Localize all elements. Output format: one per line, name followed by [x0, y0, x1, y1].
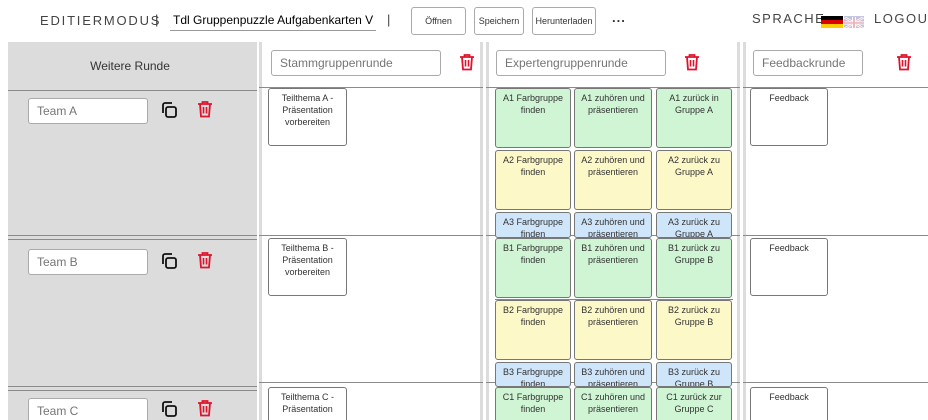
task-card[interactable]: A1 zuhören und präsentieren — [574, 88, 652, 148]
german-flag-icon[interactable] — [821, 16, 843, 28]
task-card[interactable]: A1 Farbgruppe finden — [495, 88, 571, 148]
divider — [259, 382, 483, 383]
mode-label: EDITIERMODUS — [40, 13, 162, 28]
team-a-input[interactable] — [28, 98, 148, 124]
english-flag-icon[interactable] — [844, 16, 864, 28]
delete-team-icon[interactable] — [197, 399, 213, 417]
task-card[interactable]: B1 zurück zu Gruppe B — [656, 238, 732, 298]
top-bar: EDITIERMODUS | | Öffnen Speichern Herunt… — [0, 0, 928, 40]
copy-icon[interactable] — [160, 101, 178, 119]
divider — [743, 235, 928, 236]
feedback-card[interactable]: Feedback — [750, 88, 828, 146]
task-card[interactable]: C1 zurück zur Gruppe C — [656, 387, 732, 420]
task-card[interactable]: B2 Farbgruppe finden — [495, 300, 571, 360]
logout-link[interactable]: LOGOUT — [874, 11, 928, 26]
delete-team-icon[interactable] — [197, 251, 213, 269]
experten-round-input[interactable] — [496, 50, 666, 76]
delete-round-icon[interactable] — [459, 53, 475, 71]
task-card[interactable]: A2 zurück zu Gruppe A — [656, 150, 732, 210]
delete-round-icon[interactable] — [684, 53, 700, 71]
experten-column: A1 Farbgruppe finden A1 zuhören und präs… — [486, 42, 740, 420]
divider — [8, 90, 257, 91]
separator: | — [155, 12, 159, 27]
task-card[interactable]: C1 zuhören und präsentieren — [574, 387, 652, 420]
document-title-input[interactable] — [170, 9, 376, 31]
stamm-column: Teilthema A - Präsentation vorbereiten T… — [259, 42, 483, 420]
feedback-column: Feedback Feedback Feedback — [743, 42, 928, 420]
task-card[interactable]: Teilthema C - Präsentation — [268, 387, 347, 420]
task-card[interactable]: A1 zurück in Gruppe A — [656, 88, 732, 148]
delete-round-icon[interactable] — [896, 53, 912, 71]
task-card[interactable]: B1 zuhören und präsentieren — [574, 238, 652, 298]
divider — [259, 235, 483, 236]
copy-icon[interactable] — [160, 252, 178, 270]
team-c-input[interactable] — [28, 398, 148, 420]
task-card[interactable]: B3 zuhören und präsentieren — [574, 362, 652, 387]
feedback-card[interactable]: Feedback — [750, 387, 828, 420]
task-card[interactable]: Teilthema B - Präsentation vorbereiten — [268, 238, 347, 296]
team-b-input[interactable] — [28, 249, 148, 275]
feedback-round-input[interactable] — [753, 50, 863, 76]
delete-team-icon[interactable] — [197, 100, 213, 118]
divider — [8, 239, 257, 240]
save-button[interactable]: Speichern — [474, 7, 524, 35]
more-menu-button[interactable]: ... — [612, 10, 626, 25]
feedback-card[interactable]: Feedback — [750, 238, 828, 296]
task-card[interactable]: B2 zurück zu Gruppe B — [656, 300, 732, 360]
stamm-round-input[interactable] — [271, 50, 441, 76]
round-label: Weitere Runde — [90, 59, 170, 73]
separator: | — [387, 12, 391, 27]
task-card[interactable]: B2 zuhören und präsentieren — [574, 300, 652, 360]
language-label: SPRACHE: — [752, 11, 831, 26]
task-card[interactable]: B3 Farbgruppe finden — [495, 362, 571, 387]
task-card[interactable]: A3 zurück zu Gruppe A — [656, 212, 732, 238]
task-card[interactable]: A2 Farbgruppe finden — [495, 150, 571, 210]
divider — [8, 390, 257, 391]
task-card[interactable]: B3 zurück zu Gruppe B — [656, 362, 732, 387]
rounds-sidebar: Weitere Runde — [8, 42, 257, 420]
open-button[interactable]: Öffnen — [411, 7, 466, 35]
task-card[interactable]: C1 Farbgruppe finden — [495, 387, 571, 420]
task-card[interactable]: A3 Farbgruppe finden — [495, 212, 571, 238]
divider — [743, 382, 928, 383]
download-button[interactable]: Herunterladen — [532, 7, 596, 35]
task-card[interactable]: Teilthema A - Präsentation vorbereiten — [268, 88, 347, 146]
task-card[interactable]: B1 Farbgruppe finden — [495, 238, 571, 298]
task-card[interactable]: A2 zuhören und präsentieren — [574, 150, 652, 210]
task-card[interactable]: A3 zuhören und präsentieren — [574, 212, 652, 238]
divider — [8, 386, 257, 387]
copy-icon[interactable] — [160, 400, 178, 418]
divider — [8, 235, 257, 236]
